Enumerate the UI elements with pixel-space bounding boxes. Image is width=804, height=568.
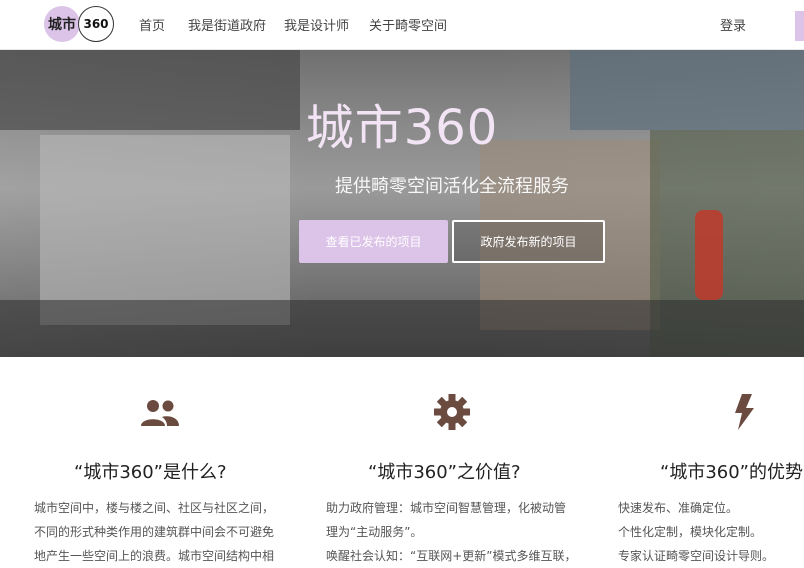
nav-item-home[interactable]: 首页 (139, 15, 165, 34)
nav-item-designer[interactable]: 我是设计师 (284, 15, 349, 34)
nav-register-button[interactable] (795, 11, 804, 41)
hero-title: 城市360 (305, 100, 499, 156)
feature-line: 助力政府管理：城市空间智慧管理，化被动管 (326, 501, 567, 515)
hero-photo-block (0, 300, 804, 357)
logo[interactable]: 城市 360 (44, 6, 116, 42)
people-icon (141, 400, 179, 426)
feature-title: “城市360”之价值? (368, 462, 521, 483)
gear-icon (434, 394, 470, 430)
feature-line: 个性化定制，模块化定制。 (618, 525, 763, 539)
lightning-icon (735, 394, 754, 430)
feature-line: 唤醒社会认知：“互联网+更新”模式多维互联， (326, 549, 577, 563)
feature-title: “城市360”的优势 (660, 462, 804, 483)
nav-item-government[interactable]: 我是街道政府 (188, 15, 266, 34)
login-link[interactable]: 登录 (720, 15, 746, 34)
fire-hydrant-shape (695, 210, 723, 300)
hero-banner: 城市360 提供畸零空间活化全流程服务 查看已发布的项目 政府发布新的项目 (0, 50, 804, 357)
feature-line: 地产生一些空间上的浪费。城市空间结构中相 (34, 549, 275, 563)
feature-line: 快速发布、准确定位。 (618, 501, 739, 515)
publish-project-button[interactable]: 政府发布新的项目 (452, 220, 605, 263)
logo-right-circle: 360 (78, 6, 114, 42)
feature-text: 助力政府管理：城市空间智慧管理，化被动管 理为“主动服务”。 唤醒社会认知：“互… (326, 496, 577, 568)
top-navbar: 城市 360 首页 我是街道政府 我是设计师 关于畸零空间 登录 (0, 0, 804, 50)
hero-subtitle: 提供畸零空间活化全流程服务 (335, 176, 569, 197)
view-projects-button[interactable]: 查看已发布的项目 (299, 220, 448, 263)
nav-item-about[interactable]: 关于畸零空间 (369, 15, 447, 34)
feature-text: 城市空间中，楼与楼之间、社区与社区之间， 不同的形式种类作用的建筑群中间会不可避… (34, 496, 274, 568)
feature-line: 理为“主动服务”。 (326, 525, 423, 539)
feature-text: 快速发布、准确定位。 个性化定制，模块化定制。 专家认证畸零空间设计导则。 (618, 496, 774, 566)
feature-line: 专家认证畸零空间设计导则。 (618, 549, 775, 563)
feature-line: 不同的形式种类作用的建筑群中间会不可避免 (34, 525, 275, 539)
feature-card-advantage: “城市360”的优势 快速发布、准确定位。 个性化定制，模块化定制。 专家认证畸… (618, 392, 804, 566)
logo-left-circle: 城市 (44, 6, 80, 42)
hero-photo-block (40, 135, 290, 325)
feature-line: 城市空间中，楼与楼之间、社区与社区之间， (34, 501, 275, 515)
feature-title: “城市360”是什么? (74, 462, 227, 483)
